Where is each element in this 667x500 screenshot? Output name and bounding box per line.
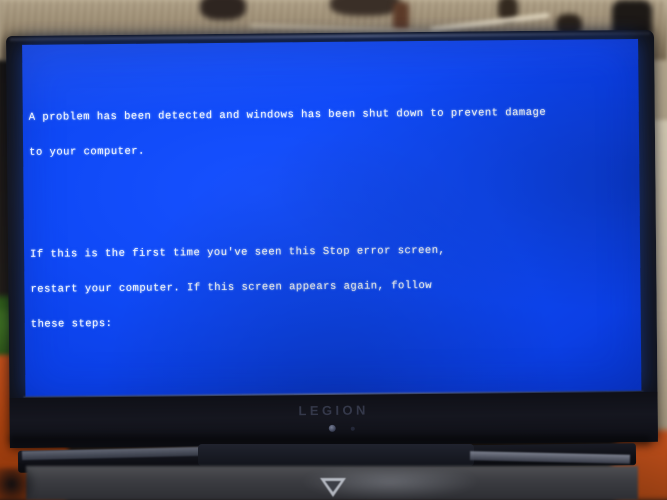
photo-of-laptop-bsod: A problem has been detected and windows … [0,0,667,500]
background-object [200,0,246,20]
bsod-paragraph-1: A problem has been detected and windows … [29,84,642,183]
bsod-paragraph-2: If this is the first time you've seen th… [30,221,642,354]
bsod-screen: A problem has been detected and windows … [22,38,642,397]
status-indicator-icon [328,424,336,432]
bsod-text-area: A problem has been detected and windows … [28,49,641,397]
legion-brand-logo: LEGION [298,402,369,419]
hinge-center [198,444,474,466]
base-corner-shadow [0,468,38,500]
bsod-line: to your computer. [29,145,145,159]
bsod-line: A problem has been detected and windows … [28,106,547,124]
background-chair-leg [393,2,409,32]
status-indicator-secondary-icon [350,426,355,431]
bsod-line: these steps: [30,317,113,331]
legion-y-emblem-icon [320,478,346,497]
laptop-lid: A problem has been detected and windows … [6,29,662,451]
bsod-line: restart your computer. If this screen ap… [30,279,433,296]
bsod-line: If this is the first time you've seen th… [30,244,446,261]
background-object [330,0,400,16]
